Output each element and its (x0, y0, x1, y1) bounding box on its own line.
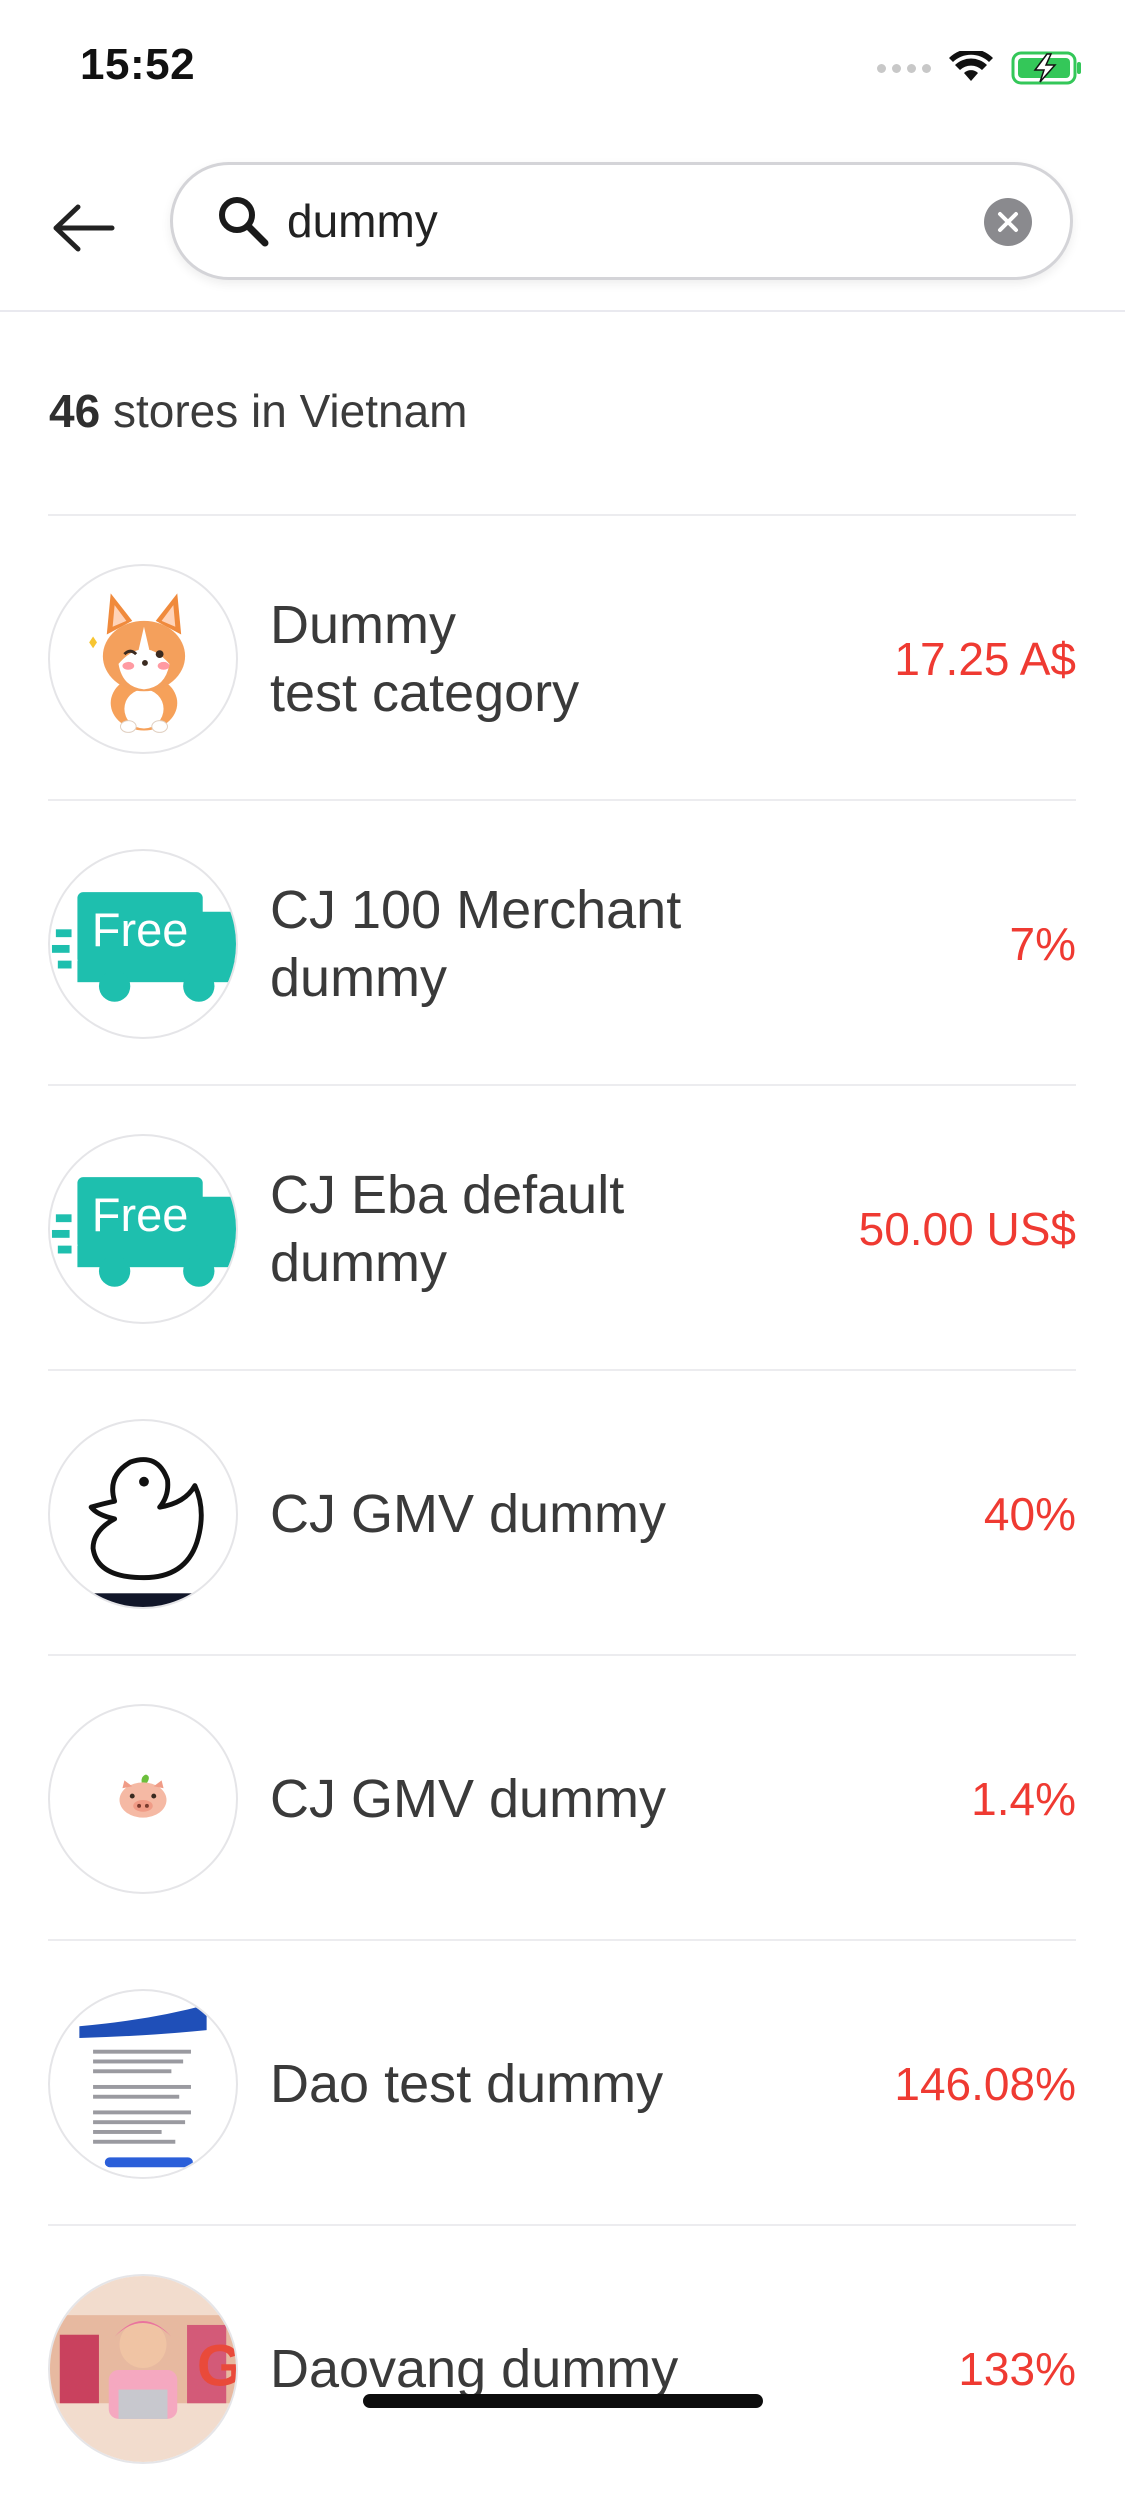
store-name: CJ GMV dummy (270, 1768, 667, 1829)
store-name: CJ 100 Merchant dummy (270, 879, 682, 1008)
wifi-icon (949, 51, 993, 81)
home-indicator[interactable] (363, 2394, 763, 2408)
store-cashback: 133% (958, 2342, 1076, 2395)
search-box[interactable] (170, 162, 1073, 280)
signal-dots-icon (877, 63, 931, 73)
status-icons (877, 48, 1083, 88)
svg-text:Free: Free (92, 903, 189, 956)
store-row[interactable]: Dummy test category 17.25 A$ (48, 514, 1076, 799)
store-row[interactable]: CJ GMV dummy 1.4% (48, 1654, 1076, 1939)
store-row[interactable]: Dao test dummy 146.08% (48, 1939, 1076, 2224)
search-input[interactable] (287, 185, 927, 257)
store-name: Dummy test category (270, 594, 580, 723)
arrow-left-icon (53, 204, 115, 252)
corgi-logo (48, 564, 238, 754)
store-name: CJ Eba default dummy (270, 1164, 625, 1293)
duck-logo (48, 1419, 238, 1609)
store-cashback: 1.4% (971, 1772, 1076, 1825)
back-button[interactable] (48, 192, 120, 264)
store-cashback: 7% (1009, 917, 1076, 970)
piglet-logo (48, 1704, 238, 1894)
svg-text:G: G (197, 2334, 236, 2399)
store-cashback: 40% (983, 1487, 1076, 1540)
store-cashback: 17.25 A$ (894, 632, 1076, 685)
search-header (0, 132, 1125, 312)
status-time: 15:52 (80, 40, 196, 89)
clear-search-button[interactable] (984, 198, 1032, 246)
free-truck-logo: Free (48, 849, 238, 1039)
store-list: Dummy test category 17.25 A$ Free CJ 100… (48, 514, 1076, 2509)
store-row[interactable]: Free CJ Eba default dummy 50.00 US$ (48, 1084, 1076, 1369)
store-row[interactable]: CJ GMV dummy 40% (48, 1369, 1076, 1654)
store-name: CJ GMV dummy (270, 1483, 667, 1544)
store-name: Dao test dummy (270, 2053, 664, 2114)
result-count-number: 46 (49, 385, 101, 437)
store-row[interactable]: Free CJ 100 Merchant dummy 7% (48, 799, 1076, 1084)
store-name: Daovang dummy (270, 2338, 679, 2399)
clear-circle-icon (998, 212, 1018, 232)
free-truck-logo: Free (48, 1134, 238, 1324)
search-icon (219, 197, 269, 247)
result-count-suffix: stores in Vietnam (100, 385, 468, 437)
document-screenshot-logo (48, 1989, 238, 2179)
store-cashback: 146.08% (894, 2057, 1076, 2110)
result-count: 46 stores in Vietnam (49, 384, 468, 438)
store-row[interactable]: G Daovang dummy 133% (48, 2224, 1076, 2509)
battery-charging-icon (1011, 51, 1081, 85)
status-bar: 15:52 (0, 0, 1125, 132)
store-cashback: 50.00 US$ (858, 1202, 1076, 1255)
svg-text:Free: Free (92, 1188, 189, 1241)
